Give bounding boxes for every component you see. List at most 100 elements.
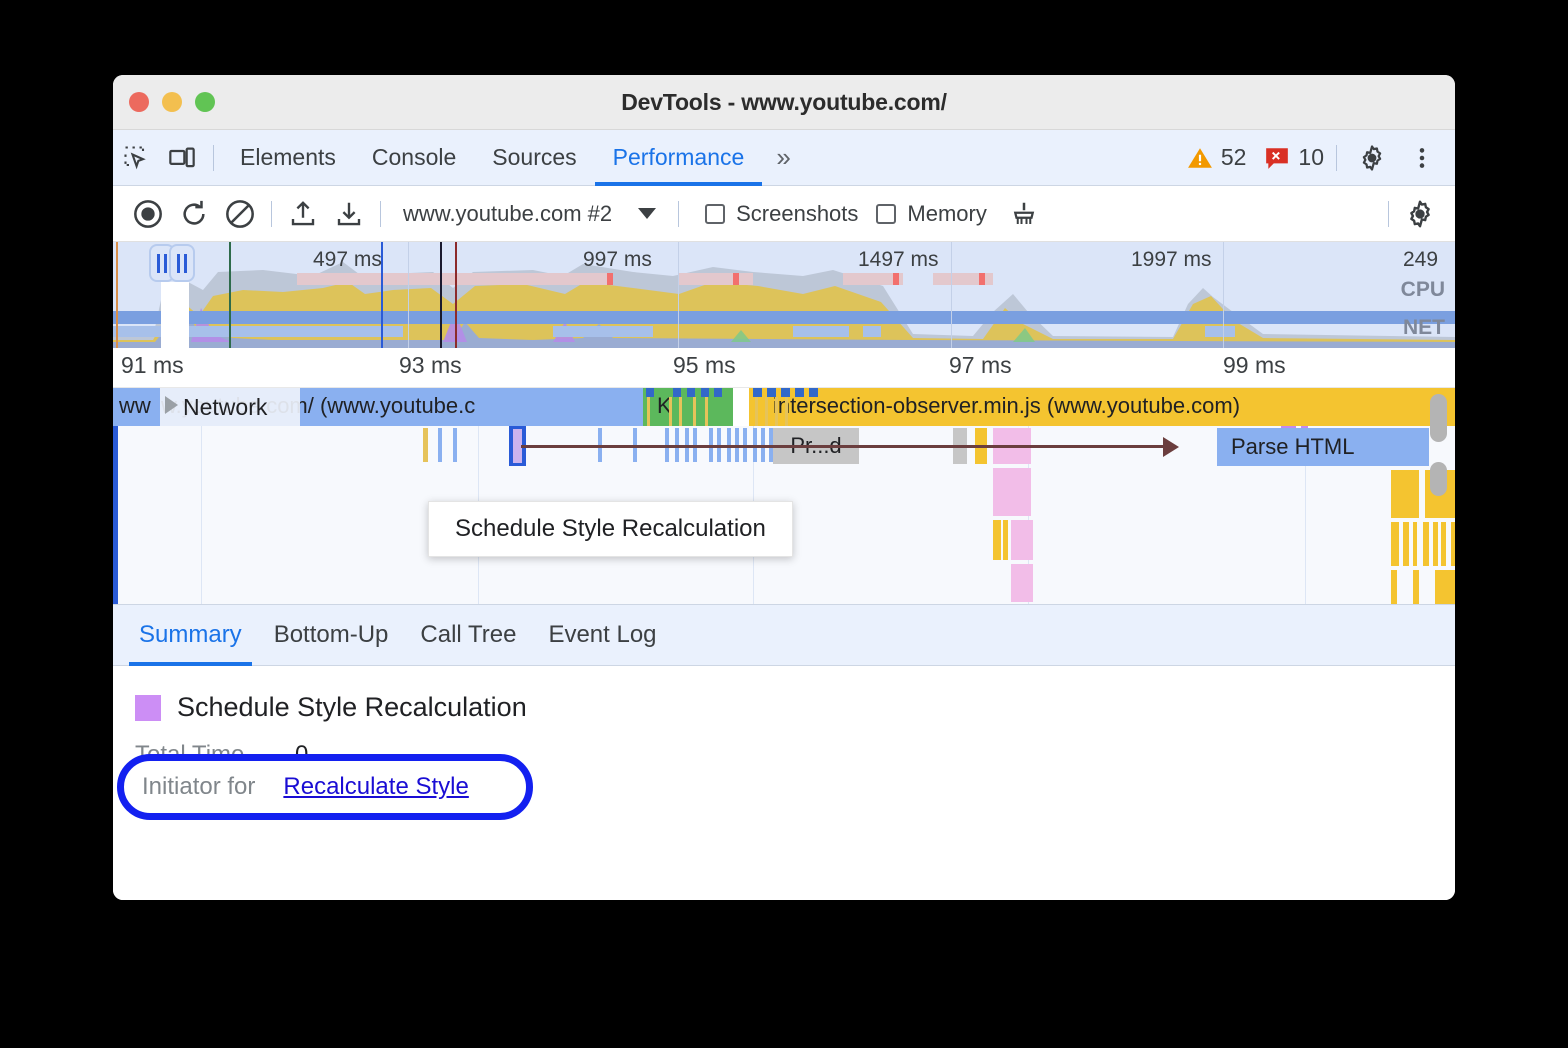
overview-net-segment (553, 326, 653, 337)
capture-settings-gear-icon[interactable] (1397, 191, 1443, 237)
overview-long-task-marker (733, 273, 739, 285)
tab-performance[interactable]: Performance (595, 130, 763, 186)
overview-net-band (113, 311, 1455, 324)
grip-line (177, 254, 180, 273)
warning-triangle-icon (1187, 145, 1213, 171)
collect-garbage-icon[interactable] (1001, 191, 1047, 237)
flamechart-ruler[interactable]: 91 ms 93 ms 95 ms 97 ms 99 ms (113, 348, 1455, 388)
checkbox-box (876, 204, 896, 224)
flamechart-scrollbar-thumb-secondary[interactable] (1430, 462, 1447, 496)
screenshots-label: Screenshots (736, 201, 858, 227)
error-icon (1264, 145, 1290, 171)
device-toolbar-icon[interactable] (159, 135, 205, 181)
ruler-tick: 95 ms (673, 352, 736, 379)
error-counter[interactable]: 10 (1264, 144, 1324, 171)
more-tabs-icon[interactable]: » (762, 142, 804, 173)
warning-counter[interactable]: 52 (1187, 144, 1247, 171)
network-group-label[interactable]: Network (183, 388, 267, 426)
error-count: 10 (1298, 144, 1324, 171)
summary-event-name: Schedule Style Recalculation (177, 692, 527, 723)
chevron-down-icon (638, 208, 656, 219)
ruler-tick: 97 ms (949, 352, 1012, 379)
memory-label: Memory (907, 201, 986, 227)
checkbox-box (705, 204, 725, 224)
tab-label: Bottom-Up (274, 621, 389, 649)
download-profile-icon[interactable] (326, 191, 372, 237)
recording-select-value: www.youtube.com #2 (403, 201, 612, 227)
tab-label: Call Tree (420, 621, 516, 649)
event-tooltip: Schedule Style Recalculation (428, 501, 793, 557)
devtools-tab-strip: Elements Console Sources Performance » 5… (113, 130, 1455, 186)
tab-sources[interactable]: Sources (474, 130, 594, 186)
record-icon[interactable] (125, 191, 171, 237)
overview-net-label: NET (1403, 316, 1445, 340)
overview-net-segment (863, 326, 881, 337)
overview-long-task-marker (893, 273, 899, 285)
overview-long-task-marker (607, 273, 613, 285)
flamechart-block-parse-html[interactable]: Parse HTML (1217, 428, 1429, 466)
overview-cpu-label: CPU (1401, 278, 1445, 302)
reload-record-icon[interactable] (171, 191, 217, 237)
flamechart-request-ticks (113, 388, 1455, 426)
toolbar-divider (271, 201, 272, 227)
timeline-overview[interactable]: 497 ms 997 ms 1497 ms 1997 ms 249 CPU NE… (113, 242, 1455, 348)
toolbar-divider (380, 201, 381, 227)
tab-label: Summary (139, 621, 242, 649)
overview-selection-handle-right[interactable] (169, 244, 195, 282)
grip-line (164, 254, 167, 273)
grip-line (157, 254, 160, 273)
overview-tick: 1997 ms (1131, 248, 1212, 272)
upload-profile-icon[interactable] (280, 191, 326, 237)
performance-toolbar: www.youtube.com #2 Screenshots Memory (113, 186, 1455, 242)
flamechart-scrollbar-thumb[interactable] (1430, 394, 1447, 442)
flamechart[interactable]: ww w.youtube.com/ (www.youtube.c K inter… (113, 388, 1455, 604)
tab-label: Console (372, 144, 456, 171)
summary-event-title: Schedule Style Recalculation (135, 692, 1455, 723)
inspect-element-icon[interactable] (113, 135, 159, 181)
recording-select[interactable]: www.youtube.com #2 (389, 201, 670, 227)
memory-checkbox[interactable]: Memory (876, 201, 986, 227)
overview-gridline (408, 242, 409, 348)
clear-icon[interactable] (217, 191, 263, 237)
overview-selection-gap (171, 282, 189, 348)
toolbar-divider (1388, 201, 1389, 227)
overview-divider-dcl (116, 242, 118, 348)
tab-elements[interactable]: Elements (222, 130, 354, 186)
overview-task-bar (679, 273, 753, 285)
tab-label: Event Log (548, 621, 656, 649)
overview-net-segment (793, 326, 849, 337)
tab-event-log[interactable]: Event Log (532, 604, 672, 666)
tab-bottom-up[interactable]: Bottom-Up (258, 604, 405, 666)
overview-selection-edge (161, 282, 171, 348)
tab-call-tree[interactable]: Call Tree (404, 604, 532, 666)
details-tab-bar: Summary Bottom-Up Call Tree Event Log (113, 604, 1455, 666)
overview-divider-load (440, 242, 442, 348)
tab-label: Performance (613, 144, 745, 171)
overview-gridline (678, 242, 679, 348)
overview-net-segment (1205, 326, 1235, 337)
toolbar-divider (678, 201, 679, 227)
gear-icon[interactable] (1349, 135, 1395, 181)
grip-line (184, 254, 187, 273)
devtools-window: DevTools - www.youtube.com/ Elements Con… (113, 75, 1455, 900)
ruler-tick: 91 ms (121, 352, 184, 379)
window-title: DevTools - www.youtube.com/ (113, 89, 1455, 116)
tab-label: Sources (492, 144, 576, 171)
ruler-tick: 93 ms (399, 352, 462, 379)
overview-tick: 497 ms (313, 248, 382, 272)
overview-divider-fcp (229, 242, 231, 348)
initiator-row: Initiator for Recalculate Style (124, 761, 526, 813)
tab-strip-right: 52 10 (1187, 135, 1455, 181)
tab-console[interactable]: Console (354, 130, 474, 186)
screenshots-checkbox[interactable]: Screenshots (705, 201, 858, 227)
event-color-swatch (135, 695, 161, 721)
expand-triangle-icon[interactable] (165, 396, 178, 414)
overview-tick: 997 ms (583, 248, 652, 272)
tab-summary[interactable]: Summary (123, 604, 258, 666)
initiator-highlight-box: Initiator for Recalculate Style (117, 754, 533, 820)
initiator-link[interactable]: Recalculate Style (283, 773, 468, 801)
initiator-arrow-line (521, 445, 1171, 448)
window-title-bar: DevTools - www.youtube.com/ (113, 75, 1455, 130)
tab-label: Elements (240, 144, 336, 171)
more-vertical-icon[interactable] (1399, 135, 1445, 181)
